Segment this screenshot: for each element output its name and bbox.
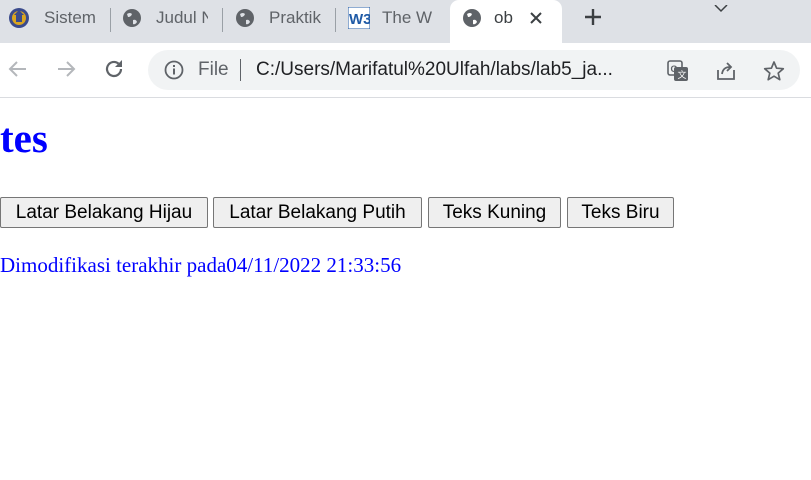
- scheme-label: File: [198, 59, 229, 80]
- reload-button[interactable]: [100, 55, 128, 83]
- info-icon[interactable]: [164, 60, 184, 80]
- tab-label: ob: [494, 8, 513, 27]
- tab-separator: [110, 8, 111, 32]
- url-text[interactable]: C:/Users/Marifatul%20Ulfah/labs/lab5_ja.…: [256, 59, 648, 81]
- tab-judul[interactable]: Judul N: [122, 0, 212, 36]
- globe-icon: [235, 8, 255, 28]
- omnibox-divider: [240, 59, 241, 81]
- svg-text:W3: W3: [349, 11, 370, 28]
- globe-icon: [122, 8, 142, 28]
- white-background-button[interactable]: Latar Belakang Putih: [213, 197, 422, 228]
- green-background-button[interactable]: Latar Belakang Hijau: [0, 197, 208, 228]
- bookmark-star-icon[interactable]: [762, 59, 786, 83]
- globe-icon: [462, 8, 482, 28]
- tab-label: The W: [382, 8, 433, 27]
- reload-icon: [103, 58, 125, 80]
- w3schools-icon: W3: [348, 6, 372, 30]
- forward-button[interactable]: [52, 55, 80, 83]
- share-icon[interactable]: [714, 59, 738, 83]
- plus-icon: [583, 7, 603, 27]
- page-content: tes Latar Belakang Hijau Latar Belakang …: [0, 98, 811, 480]
- translate-icon[interactable]: G 文: [666, 59, 690, 83]
- tab-label: Judul N: [156, 8, 208, 27]
- chevron-down-icon[interactable]: [713, 0, 729, 13]
- svg-text:G: G: [671, 64, 678, 74]
- tab-separator: [335, 8, 336, 32]
- last-modified-text: Dimodifikasi terakhir pada04/11/2022 21:…: [0, 253, 402, 277]
- tab-sistem[interactable]: Sistem: [8, 0, 100, 36]
- blue-text-button[interactable]: Teks Biru: [567, 197, 674, 228]
- tab-ob[interactable]: ob: [462, 0, 562, 36]
- tab-strip: Sistem Judul N Praktik W3 The W ob: [0, 0, 811, 43]
- university-logo-icon: [8, 7, 30, 29]
- tab-the-w[interactable]: W3 The W: [348, 0, 440, 36]
- browser-toolbar: File C:/Users/Marifatul%20Ulfah/labs/lab…: [0, 43, 811, 98]
- tab-label: Praktik: [269, 8, 321, 27]
- tab-praktik[interactable]: Praktik: [235, 0, 327, 36]
- back-button[interactable]: [4, 55, 32, 83]
- tab-separator: [222, 8, 223, 32]
- address-bar[interactable]: File C:/Users/Marifatul%20Ulfah/labs/lab…: [148, 50, 800, 90]
- tab-label: Sistem: [44, 8, 96, 27]
- svg-text:文: 文: [678, 69, 687, 81]
- yellow-text-button[interactable]: Teks Kuning: [428, 197, 561, 228]
- page-heading: tes: [0, 115, 48, 161]
- arrow-right-icon: [55, 58, 77, 80]
- new-tab-button[interactable]: [580, 4, 606, 30]
- arrow-left-icon: [7, 58, 29, 80]
- tab-active[interactable]: ob: [450, 0, 562, 43]
- close-icon[interactable]: [528, 10, 544, 26]
